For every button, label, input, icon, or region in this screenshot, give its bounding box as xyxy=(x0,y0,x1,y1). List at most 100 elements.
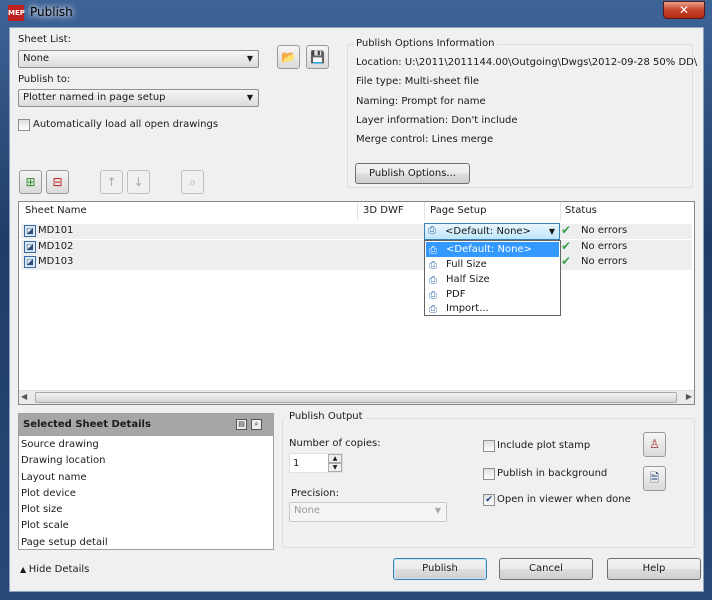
remove-sheet-icon: ⊟ xyxy=(52,175,63,189)
details-view-icon[interactable]: ▤ xyxy=(236,419,247,430)
dropdown-option[interactable]: ⎙ <Default: None> xyxy=(426,242,559,257)
scrollbar-thumb[interactable] xyxy=(35,392,677,403)
column-divider xyxy=(357,202,358,220)
page-setup-dropdown: ⎙ <Default: None> ⎙ Full Size ⎙ Half Size ⎙… xyxy=(424,240,561,316)
publish-output-title: Publish Output xyxy=(286,411,366,422)
copies-value: 1 xyxy=(293,458,300,469)
scroll-left-icon[interactable]: ◀ xyxy=(21,392,27,401)
page-setup-combo[interactable]: ⎙ <Default: None> ▼ xyxy=(424,223,560,240)
page-setup-icon: ⎙ xyxy=(428,225,436,236)
option-label: Import... xyxy=(446,303,489,314)
sheet-name: MD103 xyxy=(38,256,74,267)
details-preview-icon[interactable]: ⌕ xyxy=(251,419,262,430)
page-setup-icon: ⎙ xyxy=(429,275,437,286)
header-3d-dwf[interactable]: 3D DWF xyxy=(363,205,404,216)
auto-load-checkbox[interactable] xyxy=(18,119,30,131)
option-label: Full Size xyxy=(446,259,487,270)
table-row[interactable]: ◪ MD102 ✔ No errors xyxy=(21,239,692,255)
chevron-down-icon: ▼ xyxy=(434,506,441,515)
table-row[interactable]: ◪ MD101 ✔ No errors xyxy=(21,223,692,239)
open-viewer-label: Open in viewer when done xyxy=(497,494,631,505)
move-up-icon: ↑ xyxy=(106,175,117,189)
move-down-button[interactable]: ↓ xyxy=(127,170,150,194)
publish-options-button[interactable]: Publish Options... xyxy=(355,163,470,184)
detail-layout-name: Layout name xyxy=(21,472,87,483)
dropdown-option[interactable]: ⎙ Full Size xyxy=(426,257,559,272)
file-type-info: File type: Multi-sheet file xyxy=(356,76,480,87)
table-row[interactable]: ◪ MD103 ✔ No errors xyxy=(21,254,692,270)
detail-plot-scale: Plot scale xyxy=(21,520,69,531)
precision-label: Precision: xyxy=(291,488,339,499)
option-label: Half Size xyxy=(446,274,490,285)
publish-background-label: Publish in background xyxy=(497,468,608,479)
location-info: Location: U:\2011\2011144.00\Outgoing\Dw… xyxy=(356,57,698,68)
naming-info: Naming: Prompt for name xyxy=(356,96,486,107)
copies-down-icon[interactable]: ▼ xyxy=(328,463,342,472)
add-sheet-icon: ⊞ xyxy=(25,175,36,189)
plot-stamp-settings-button[interactable]: ♙ xyxy=(643,432,666,457)
publish-options-title: Publish Options Information xyxy=(353,38,498,49)
sheet-icon: ◪ xyxy=(24,256,36,268)
magnifier-icon: ⌕ xyxy=(189,175,196,189)
header-page-setup[interactable]: Page Setup xyxy=(430,205,487,216)
sheet-name: MD102 xyxy=(38,241,74,252)
remove-sheets-button[interactable]: ⊟ xyxy=(46,170,69,194)
stamp-icon: ♙ xyxy=(649,437,660,451)
precision-value: None xyxy=(294,505,321,516)
dropdown-option[interactable]: ⎙ PDF xyxy=(426,287,559,302)
sheet-icon: ◪ xyxy=(24,225,36,237)
window-title: Publish xyxy=(30,5,73,19)
option-label: PDF xyxy=(446,289,466,300)
copies-up-icon[interactable]: ▲ xyxy=(328,454,342,463)
detail-plot-device: Plot device xyxy=(21,488,76,499)
precision-select[interactable]: None ▼ xyxy=(289,502,447,522)
publish-to-value: Plotter named in page setup xyxy=(23,92,166,103)
page-setup-value: <Default: None> xyxy=(445,226,531,237)
sheet-table: Sheet Name 3D DWF Page Setup Status ◪ MD… xyxy=(18,201,695,405)
publish-button[interactable]: Publish xyxy=(393,558,487,580)
layer-info: Layer information: Don't include xyxy=(356,115,518,126)
close-button[interactable]: ✕ xyxy=(663,1,705,19)
sheet-status: No errors xyxy=(581,256,628,267)
include-stamp-checkbox[interactable] xyxy=(483,440,495,452)
header-sheet-name[interactable]: Sheet Name xyxy=(25,205,87,216)
load-sheet-list-button[interactable]: 📂 xyxy=(277,45,300,69)
sheet-list-select[interactable]: None ▼ xyxy=(18,50,259,68)
hide-details-link[interactable]: ▲ Hide Details xyxy=(20,564,89,575)
folder-open-icon: 📂 xyxy=(281,50,296,64)
scroll-right-icon[interactable]: ▶ xyxy=(686,392,692,401)
dropdown-option[interactable]: ⎙ Half Size xyxy=(426,272,559,287)
page-setup-icon: ⎙ xyxy=(429,245,437,256)
triangle-up-icon: ▲ xyxy=(20,565,29,574)
auto-publish-settings-button[interactable]: 🗎 xyxy=(643,466,666,491)
sheet-icon: ◪ xyxy=(24,241,36,253)
column-divider xyxy=(560,202,561,220)
move-up-button[interactable]: ↑ xyxy=(100,170,123,194)
page-setup-icon: ⎙ xyxy=(429,260,437,271)
chevron-down-icon: ▼ xyxy=(246,54,253,63)
horizontal-scrollbar[interactable]: ◀ ▶ xyxy=(19,390,694,404)
selected-sheet-details: Selected Sheet Details ▤ ⌕ Source drawin… xyxy=(18,413,274,550)
checkmark-icon: ✔ xyxy=(561,254,572,268)
title-bar: MEP Publish ✕ xyxy=(0,0,712,26)
cancel-button[interactable]: Cancel xyxy=(499,558,593,580)
detail-page-setup: Page setup detail xyxy=(21,537,108,548)
help-button[interactable]: Help xyxy=(607,558,701,580)
option-label: <Default: None> xyxy=(446,244,532,255)
preview-button[interactable]: ⌕ xyxy=(181,170,204,194)
dropdown-option[interactable]: ⎙ Import... xyxy=(426,301,559,316)
detail-source-drawing: Source drawing xyxy=(21,439,99,450)
include-stamp-label: Include plot stamp xyxy=(497,440,591,451)
save-icon: 💾 xyxy=(310,50,325,64)
auto-load-label: Automatically load all open drawings xyxy=(33,119,219,130)
open-viewer-checkbox[interactable]: ✔ xyxy=(483,494,495,506)
add-sheets-button[interactable]: ⊞ xyxy=(19,170,42,194)
checkmark-icon: ✔ xyxy=(561,223,572,237)
publish-to-select[interactable]: Plotter named in page setup ▼ xyxy=(18,89,259,107)
header-status[interactable]: Status xyxy=(565,205,597,216)
chevron-down-icon: ▼ xyxy=(548,227,555,236)
save-sheet-list-button[interactable]: 💾 xyxy=(306,45,329,69)
publish-background-checkbox[interactable] xyxy=(483,468,495,480)
chevron-down-icon: ▼ xyxy=(246,93,253,102)
copies-label: Number of copies: xyxy=(289,438,381,449)
